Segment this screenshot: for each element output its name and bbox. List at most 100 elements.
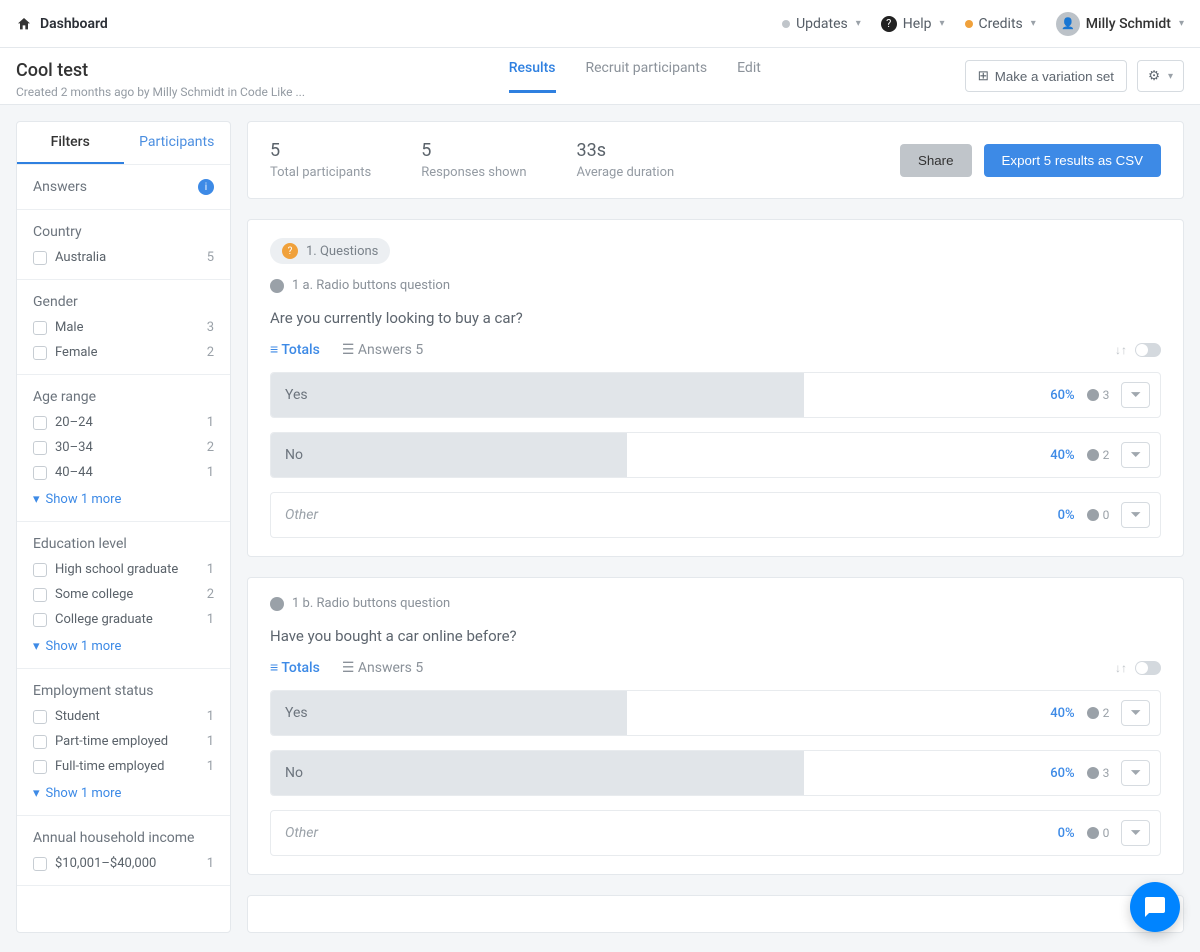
dashboard-link[interactable]: Dashboard: [16, 16, 108, 32]
filter-item[interactable]: Part-time employed1: [33, 734, 214, 749]
filter-item[interactable]: 20–241: [33, 415, 214, 430]
filter-item[interactable]: Full-time employed1: [33, 759, 214, 774]
show-more[interactable]: ▾Show 1 more: [33, 786, 214, 801]
top-nav: Dashboard Updates ▾ ? Help ▾ Credits ▾ 👤…: [0, 0, 1200, 48]
answer-label: Other: [271, 825, 318, 841]
radio-icon: [270, 279, 284, 293]
answer-percent: 0%: [1058, 508, 1075, 523]
filter-answer-button[interactable]: ⏷: [1121, 502, 1150, 528]
answer-count: 0: [1087, 826, 1110, 840]
updates-menu[interactable]: Updates ▾: [782, 16, 861, 32]
user-name: Milly Schmidt: [1086, 16, 1171, 32]
answer-bar: No40%2⏷: [270, 432, 1161, 478]
totals-icon: ≡: [270, 342, 281, 358]
answer-count: 3: [1087, 388, 1110, 402]
person-icon: [1087, 389, 1099, 401]
answer-count: 0: [1087, 508, 1110, 522]
filter-item[interactable]: High school graduate1: [33, 562, 214, 577]
filter-item[interactable]: 40–441: [33, 465, 214, 480]
filter-answer-button[interactable]: ⏷: [1121, 760, 1150, 786]
filter-item[interactable]: Australia 5: [33, 250, 214, 265]
help-label: Help: [903, 16, 932, 32]
filter-item[interactable]: Student1: [33, 709, 214, 724]
sort-toggle[interactable]: [1135, 661, 1161, 675]
intercom-launcher[interactable]: [1130, 882, 1180, 932]
checkbox[interactable]: [33, 735, 47, 749]
tab-results[interactable]: Results: [509, 60, 556, 93]
checkbox[interactable]: [33, 710, 47, 724]
filter-item[interactable]: 30–342: [33, 440, 214, 455]
chat-icon: [1143, 895, 1167, 919]
checkbox[interactable]: [33, 321, 47, 335]
answer-label: No: [271, 765, 303, 781]
filter-answer-button[interactable]: ⏷: [1121, 382, 1150, 408]
chevron-down-icon: ▾: [33, 639, 40, 654]
view-totals[interactable]: ≡ Totals: [270, 341, 320, 358]
filter-item[interactable]: Female2: [33, 345, 214, 360]
view-answers[interactable]: ☰ Answers 5: [342, 342, 423, 358]
filter-section-country: Country Australia 5: [17, 210, 230, 280]
sidebar-tab-participants[interactable]: Participants: [124, 122, 231, 164]
person-icon: [1087, 707, 1099, 719]
question-subhead: 1 a. Radio buttons question: [292, 278, 450, 293]
show-more[interactable]: ▾Show 1 more: [33, 639, 214, 654]
view-totals[interactable]: ≡ Totals: [270, 659, 320, 676]
updates-dot: [782, 20, 790, 28]
answer-count: 2: [1087, 706, 1110, 720]
checkbox[interactable]: [33, 588, 47, 602]
stat-participants-value: 5: [270, 140, 371, 161]
sort-icon[interactable]: ↓↑: [1115, 343, 1127, 357]
checkbox[interactable]: [33, 760, 47, 774]
user-menu[interactable]: 👤 Milly Schmidt ▾: [1056, 12, 1184, 36]
list-icon: ☰: [342, 660, 358, 676]
bar-fill: [271, 433, 627, 477]
filter-item[interactable]: College graduate1: [33, 612, 214, 627]
filter-item[interactable]: Some college2: [33, 587, 214, 602]
tab-recruit[interactable]: Recruit participants: [586, 60, 708, 93]
sort-icon[interactable]: ↓↑: [1115, 661, 1127, 675]
checkbox[interactable]: [33, 346, 47, 360]
question-icon: ?: [881, 16, 897, 32]
checkbox[interactable]: [33, 466, 47, 480]
checkbox[interactable]: [33, 441, 47, 455]
dashboard-label: Dashboard: [40, 16, 108, 32]
credits-menu[interactable]: Credits ▾: [965, 16, 1036, 32]
results-main: 5Total participants 5Responses shown 33s…: [247, 121, 1184, 933]
show-more[interactable]: ▾Show 1 more: [33, 492, 214, 507]
settings-button[interactable]: ⚙ ▾: [1137, 60, 1184, 92]
bar-fill: [271, 373, 804, 417]
checkbox[interactable]: [33, 416, 47, 430]
make-variation-button[interactable]: ⊞ Make a variation set: [965, 60, 1127, 92]
help-menu[interactable]: ? Help ▾: [881, 16, 945, 32]
answer-bar: No60%3⏷: [270, 750, 1161, 796]
filter-item[interactable]: $10,001–$40,0001: [33, 856, 214, 871]
share-button[interactable]: Share: [900, 144, 972, 177]
tab-edit[interactable]: Edit: [737, 60, 761, 93]
answer-percent: 40%: [1050, 706, 1074, 721]
question-card-1: ? 1. Questions 1 a. Radio buttons questi…: [247, 219, 1184, 557]
sort-toggle[interactable]: [1135, 343, 1161, 357]
filter-section-age: Age range 20–241 30–342 40–441 ▾Show 1 m…: [17, 375, 230, 522]
answer-label: Other: [271, 507, 318, 523]
sidebar-tab-filters[interactable]: Filters: [17, 122, 124, 164]
filter-item[interactable]: Male3: [33, 320, 214, 335]
chevron-down-icon: ▾: [939, 18, 944, 29]
info-icon: i: [198, 179, 214, 195]
export-csv-button[interactable]: Export 5 results as CSV: [984, 144, 1161, 177]
answer-percent: 40%: [1050, 448, 1074, 463]
filter-answer-button[interactable]: ⏷: [1121, 700, 1150, 726]
view-answers[interactable]: ☰ Answers 5: [342, 660, 423, 676]
chevron-down-icon: ▾: [856, 18, 861, 29]
filter-section-answers[interactable]: Answers i: [33, 179, 214, 195]
section-chip[interactable]: ? 1. Questions: [270, 238, 390, 264]
credits-label: Credits: [979, 16, 1023, 32]
checkbox[interactable]: [33, 857, 47, 871]
checkbox[interactable]: [33, 613, 47, 627]
checkbox[interactable]: [33, 251, 47, 265]
filter-answer-button[interactable]: ⏷: [1121, 442, 1150, 468]
person-icon: [1087, 449, 1099, 461]
filter-answer-button[interactable]: ⏷: [1121, 820, 1150, 846]
person-icon: [1087, 509, 1099, 521]
checkbox[interactable]: [33, 563, 47, 577]
chevron-down-icon: ▾: [1031, 18, 1036, 29]
